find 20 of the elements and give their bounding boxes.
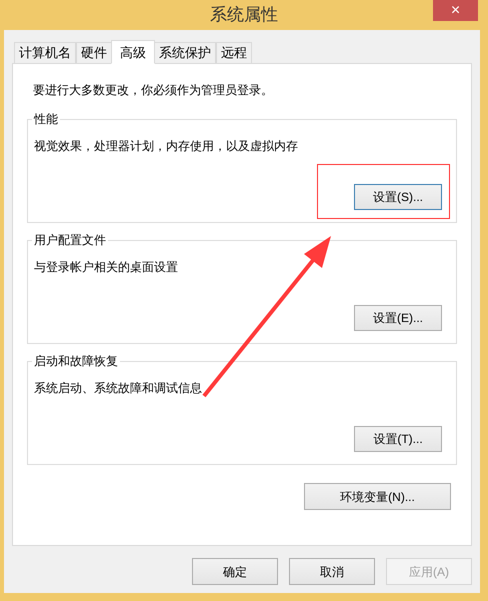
admin-notice: 要进行大多数更改，你必须作为管理员登录。 <box>32 82 274 99</box>
group-title: 用户配置文件 <box>32 232 108 248</box>
tab[interactable]: 计算机名 <box>14 42 76 63</box>
group-description: 与登录帐户相关的桌面设置 <box>34 259 179 276</box>
tab[interactable]: 远程 <box>216 42 252 63</box>
group-description: 视觉效果，处理器计划，内存使用，以及虚拟内存 <box>34 138 299 155</box>
tab[interactable]: 硬件 <box>76 42 112 63</box>
settings-button[interactable]: 设置(T)... <box>354 426 442 452</box>
window-title: 系统属性 <box>210 4 278 26</box>
group-title: 启动和故障恢复 <box>32 353 120 369</box>
group-title: 性能 <box>32 111 60 127</box>
group-description: 系统启动、系统故障和调试信息 <box>34 380 203 397</box>
tab[interactable]: 高级 <box>111 40 155 64</box>
settings-button[interactable]: 设置(E)... <box>354 305 442 331</box>
tab[interactable]: 系统保护 <box>154 42 216 63</box>
settings-button[interactable]: 设置(S)... <box>354 184 442 210</box>
dialog-button[interactable]: 取消 <box>289 558 375 585</box>
environment-variables-button[interactable]: 环境变量(N)... <box>304 483 451 510</box>
dialog-button[interactable]: 确定 <box>192 558 278 585</box>
close-button[interactable]: × <box>433 0 478 21</box>
